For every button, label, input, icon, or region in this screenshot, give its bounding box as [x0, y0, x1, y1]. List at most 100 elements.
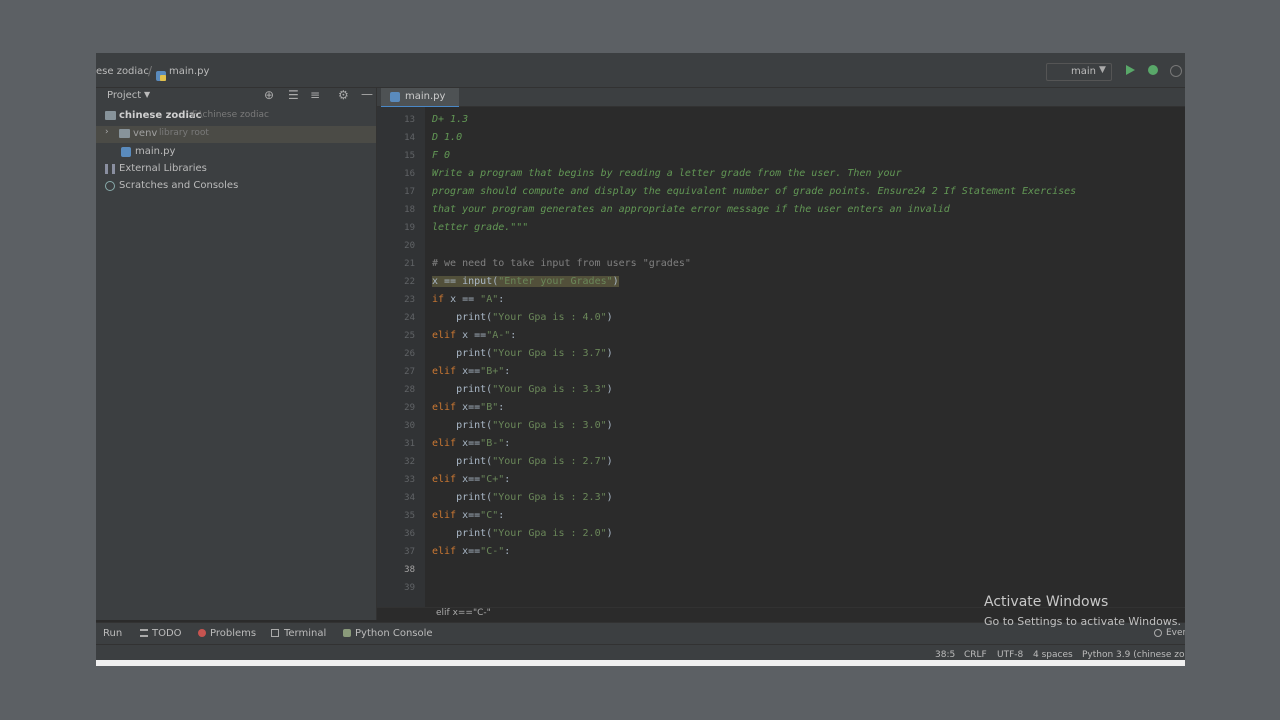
line-number[interactable]: 38	[377, 565, 415, 575]
code-line[interactable]: elif x=="B":	[432, 402, 504, 413]
run-tool-button[interactable]: Run	[103, 628, 122, 639]
code-line[interactable]: elif x=="C-":	[432, 546, 510, 557]
line-number[interactable]: 39	[377, 583, 415, 593]
line-number[interactable]: 19	[377, 223, 415, 233]
code-line[interactable]: elif x=="B-":	[432, 438, 510, 449]
code-token: print(	[432, 384, 493, 395]
locate-icon[interactable]: ⊕	[264, 88, 274, 102]
line-number[interactable]: 32	[377, 457, 415, 467]
line-number[interactable]: 18	[377, 205, 415, 215]
line-number[interactable]: 23	[377, 295, 415, 305]
code-token: "C+"	[480, 474, 505, 485]
code-token: print(	[432, 348, 493, 359]
python-interpreter[interactable]: Python 3.9 (chinese zo	[1082, 650, 1184, 660]
breadcrumb-file[interactable]: main.py	[169, 66, 209, 77]
code-line[interactable]: D+ 1.3	[432, 114, 468, 125]
line-number[interactable]: 17	[377, 187, 415, 197]
line-number[interactable]: 20	[377, 241, 415, 251]
project-view-select[interactable]: Project	[107, 90, 141, 101]
chevron-right-icon[interactable]: ›	[105, 127, 109, 137]
code-line[interactable]: if x == "A":	[432, 294, 504, 305]
editor-breadcrumb[interactable]: elif x=="C-"	[436, 608, 491, 618]
python-console-icon	[343, 629, 351, 637]
code-line[interactable]: elif x =="A-":	[432, 330, 516, 341]
tree-item-root[interactable]: chinese zodiac F:\chinese zodiac	[96, 108, 376, 125]
tab-main-py[interactable]: main.py	[381, 88, 459, 108]
problems-tool-button[interactable]: Problems	[210, 628, 256, 639]
code-line[interactable]: print("Your Gpa is : 2.0")	[432, 528, 613, 539]
problems-icon	[198, 629, 206, 637]
code-line[interactable]: elif x=="C+":	[432, 474, 510, 485]
code-line[interactable]: # we need to take input from users "grad…	[432, 258, 691, 269]
line-number[interactable]: 28	[377, 385, 415, 395]
collapse-all-icon[interactable]: ≡	[310, 88, 320, 102]
line-number[interactable]: 22	[377, 277, 415, 287]
tree-item-main-py[interactable]: main.py	[96, 144, 376, 161]
code-line[interactable]: program should compute and display the e…	[432, 186, 1076, 197]
line-number[interactable]: 36	[377, 529, 415, 539]
indent-setting[interactable]: 4 spaces	[1033, 650, 1073, 660]
line-separator[interactable]: CRLF	[964, 650, 987, 660]
code-line[interactable]: Write a program that begins by reading a…	[432, 168, 902, 179]
line-number[interactable]: 27	[377, 367, 415, 377]
code-line[interactable]: elif x=="C":	[432, 510, 504, 521]
line-number[interactable]: 34	[377, 493, 415, 503]
code-token: print(	[432, 456, 493, 467]
tree-item-external-libraries[interactable]: External Libraries	[96, 161, 376, 178]
code-editor[interactable]: D+ 1.3 D 1.0 F 0 Write a program that begin…	[425, 107, 1185, 640]
code-line[interactable]: that your program generates an appropria…	[432, 204, 950, 215]
line-number[interactable]: 24	[377, 313, 415, 323]
code-token: "A"	[480, 294, 499, 305]
code-line[interactable]: print("Your Gpa is : 2.3")	[432, 492, 613, 503]
breadcrumb-separator: /	[148, 64, 153, 78]
gear-icon[interactable]: ⚙	[338, 88, 349, 102]
code-line[interactable]: F 0	[432, 150, 450, 161]
file-encoding[interactable]: UTF-8	[997, 650, 1023, 660]
code-line[interactable]: print("Your Gpa is : 4.0")	[432, 312, 613, 323]
line-number[interactable]: 21	[377, 259, 415, 269]
terminal-tool-button[interactable]: Terminal	[284, 628, 326, 639]
line-number[interactable]: 14	[377, 133, 415, 143]
run-config-select[interactable]: main ▼	[1046, 63, 1112, 81]
chevron-down-icon[interactable]: ▼	[144, 90, 150, 99]
line-number[interactable]: 13	[377, 115, 415, 125]
line-number[interactable]: 33	[377, 475, 415, 485]
code-token: :	[498, 402, 505, 413]
editor-tab-bar: main.py	[377, 88, 1185, 108]
line-number[interactable]: 16	[377, 169, 415, 179]
line-number[interactable]: 15	[377, 151, 415, 161]
debug-icon[interactable]	[1148, 65, 1158, 75]
expand-all-icon[interactable]: ☰	[288, 88, 299, 102]
folder-icon	[119, 129, 130, 138]
python-console-tool-button[interactable]: Python Console	[355, 628, 433, 639]
code-token: :	[504, 546, 511, 557]
line-number[interactable]: 25	[377, 331, 415, 341]
todo-tool-button[interactable]: TODO	[152, 628, 182, 639]
line-number[interactable]: 26	[377, 349, 415, 359]
code-line[interactable]: print("Your Gpa is : 3.0")	[432, 420, 613, 431]
code-line[interactable]: print("Your Gpa is : 3.3")	[432, 384, 613, 395]
line-number[interactable]: 37	[377, 547, 415, 557]
code-token: elif	[432, 546, 463, 557]
hide-panel-icon[interactable]: —	[361, 87, 373, 101]
code-line[interactable]: D 1.0	[432, 132, 462, 143]
event-log-tool-button[interactable]: Ever	[1166, 628, 1185, 638]
line-number[interactable]: 30	[377, 421, 415, 431]
line-number[interactable]: 35	[377, 511, 415, 521]
breadcrumb-project[interactable]: ese zodiac	[96, 66, 149, 77]
code-line[interactable]: elif x=="B+":	[432, 366, 510, 377]
tree-item-label: Scratches and Consoles	[119, 180, 239, 191]
caret-position[interactable]: 38:5	[935, 650, 955, 660]
code-line[interactable]: print("Your Gpa is : 3.7")	[432, 348, 613, 359]
code-token: :	[510, 330, 517, 341]
tree-item-scratches[interactable]: Scratches and Consoles	[96, 178, 376, 195]
tree-item-venv[interactable]: › venv library root	[96, 126, 376, 143]
run-icon[interactable]	[1126, 65, 1135, 75]
code-line[interactable]: x == input("Enter your Grades")	[432, 276, 619, 287]
code-line[interactable]: print("Your Gpa is : 2.7")	[432, 456, 613, 467]
search-everywhere-icon[interactable]	[1170, 65, 1182, 77]
code-line[interactable]: letter grade."""	[432, 222, 528, 233]
line-number[interactable]: 29	[377, 403, 415, 413]
line-number[interactable]: 31	[377, 439, 415, 449]
ide-window: ese zodiac / main.py main ▼ Project ▼ ⊕ …	[96, 53, 1185, 666]
